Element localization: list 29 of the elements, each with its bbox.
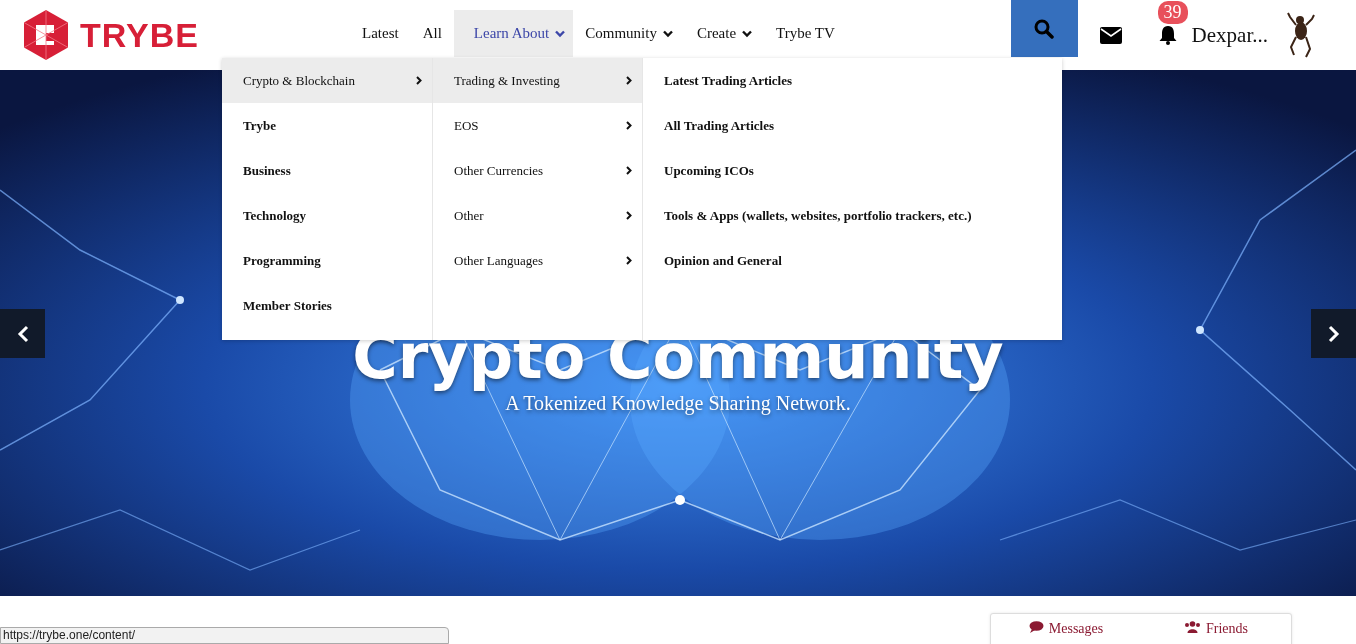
menu-item[interactable]: Trybe — [222, 103, 432, 148]
menu-item[interactable]: Other Currencies — [433, 148, 642, 193]
menu-item[interactable]: Tools & Apps (wallets, websites, portfolio trackers, etc.) — [643, 193, 1062, 238]
nav-link[interactable]: Latest — [350, 10, 411, 57]
logo-text: TRYBE — [80, 15, 199, 55]
menu-item[interactable]: Upcoming ICOs — [643, 148, 1062, 193]
menu-item[interactable]: Other — [433, 193, 642, 238]
menu-item[interactable]: EOS — [433, 103, 642, 148]
menu-item[interactable]: Business — [222, 148, 432, 193]
menu-item[interactable]: Trading & Investing — [433, 58, 642, 103]
menu-item[interactable]: All Trading Articles — [643, 103, 1062, 148]
user-name[interactable]: Dexpar... — [1191, 22, 1268, 48]
nav-link[interactable]: All — [410, 10, 454, 57]
status-url: https://trybe.one/content/ — [0, 627, 449, 644]
nav-link[interactable]: Trybe TV — [764, 10, 847, 57]
menu-item[interactable]: Technology — [222, 193, 432, 238]
tab-link[interactable]: Messages — [991, 614, 1141, 644]
notification-badge: 39 — [1157, 1, 1188, 24]
nav-link[interactable]: Community — [573, 10, 685, 57]
menu-item[interactable]: Member Stories — [222, 283, 432, 328]
menu-item[interactable]: Opinion and General — [643, 238, 1062, 283]
menu-item[interactable]: Crypto & Blockchain — [222, 58, 432, 103]
hero-subtitle: A Tokenized Knowledge Sharing Network. — [505, 392, 851, 415]
nav-link[interactable]: Learn About — [453, 10, 574, 57]
menu-item[interactable]: Programming — [222, 238, 432, 283]
nav-link[interactable]: Create — [684, 10, 765, 57]
menu-item[interactable]: Other Languages — [433, 238, 642, 283]
tab-link[interactable]: Friends — [1141, 614, 1291, 644]
menu-item[interactable]: Latest Trading Articles — [643, 58, 1062, 103]
